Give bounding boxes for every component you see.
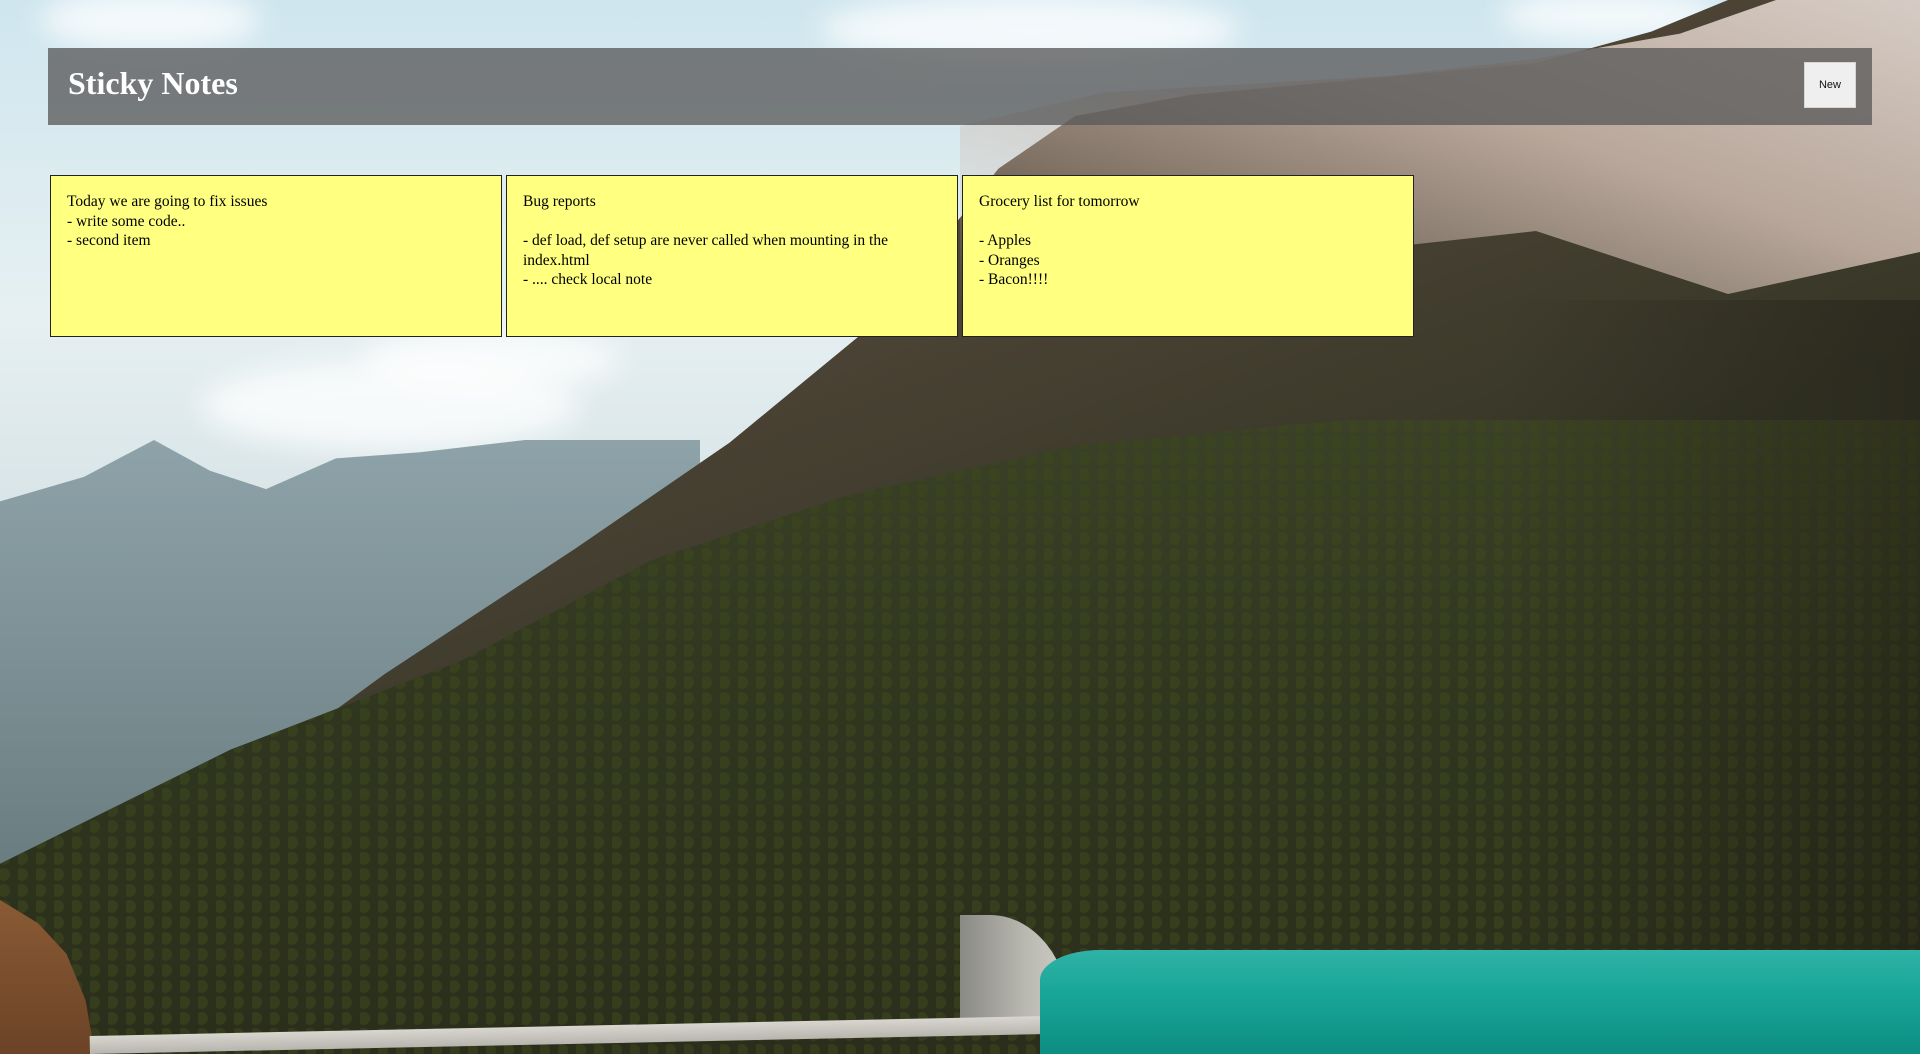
page-title: Sticky Notes (68, 65, 238, 101)
background-lake (1040, 950, 1920, 1054)
background-landscape-image (0, 0, 1920, 1054)
notes-container: Today we are going to fix issues - write… (50, 175, 1414, 337)
new-note-button[interactable]: New (1804, 62, 1856, 108)
sticky-note[interactable]: Bug reports - def load, def setup are ne… (506, 175, 958, 337)
sticky-note[interactable]: Today we are going to fix issues - write… (50, 175, 502, 337)
app-header: Sticky Notes New (48, 48, 1872, 125)
sticky-note[interactable]: Grocery list for tomorrow - Apples - Ora… (962, 175, 1414, 337)
background-cloud (360, 330, 620, 390)
background-shadow (1500, 300, 1920, 1054)
